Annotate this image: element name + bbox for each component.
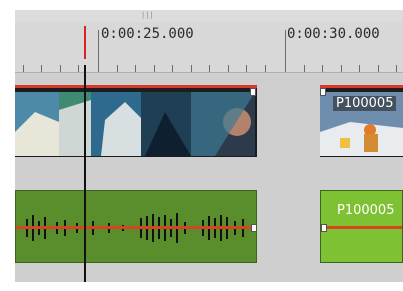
audio-gain-line[interactable] <box>16 226 256 229</box>
grip-dots-icon: ||| <box>141 11 154 19</box>
audio-clip-selected[interactable]: P100005 <box>320 190 403 263</box>
ruler-tick <box>154 65 155 72</box>
ruler-tick <box>246 65 247 72</box>
ruler-tick <box>78 65 79 72</box>
ruler-tick <box>117 65 118 72</box>
video-thumbnail-strip <box>15 92 255 156</box>
audio-clip[interactable] <box>15 190 257 263</box>
ruler-tick <box>322 65 323 72</box>
ruler-label: 0:00:30.000 <box>287 26 380 42</box>
panel-resize-grip[interactable]: ||| <box>15 10 403 22</box>
ruler-tick <box>228 65 229 72</box>
ruler-tick <box>265 65 266 72</box>
timeline-panel[interactable]: ||| 0:00:25.000 0:00:30.000 P100005 P100… <box>15 10 403 282</box>
video-clip[interactable]: P100005 <box>320 85 403 157</box>
ruler-tick <box>359 65 360 72</box>
ruler-tick <box>41 65 42 72</box>
ruler-label: 0:00:25.000 <box>101 26 194 42</box>
ruler-tick <box>209 65 210 72</box>
audio-gain-line[interactable] <box>321 226 402 229</box>
track-area[interactable]: P100005 P100005 <box>15 73 403 282</box>
ruler-tick <box>191 65 192 72</box>
ruler-tick <box>98 30 99 72</box>
clip-trim-handle[interactable] <box>250 88 256 96</box>
clip-name-label: P100005 <box>333 96 397 111</box>
ruler-tick <box>23 65 24 72</box>
ruler-tick <box>378 65 379 72</box>
timecode-ruler[interactable]: 0:00:25.000 0:00:30.000 <box>15 22 403 73</box>
ruler-tick <box>285 30 286 72</box>
ruler-tick <box>304 65 305 72</box>
playhead-marker[interactable] <box>84 26 86 59</box>
ruler-tick <box>341 65 342 72</box>
gain-keyframe-handle[interactable] <box>251 224 256 232</box>
video-clip[interactable] <box>15 85 257 157</box>
gain-keyframe-handle[interactable] <box>321 224 327 232</box>
clip-name-label: P100005 <box>337 203 395 218</box>
playhead-line[interactable] <box>84 65 86 282</box>
clip-trim-handle[interactable] <box>320 88 326 96</box>
ruler-tick <box>396 65 397 72</box>
ruler-tick <box>135 65 136 72</box>
ruler-tick <box>60 65 61 72</box>
ruler-tick <box>172 65 173 72</box>
